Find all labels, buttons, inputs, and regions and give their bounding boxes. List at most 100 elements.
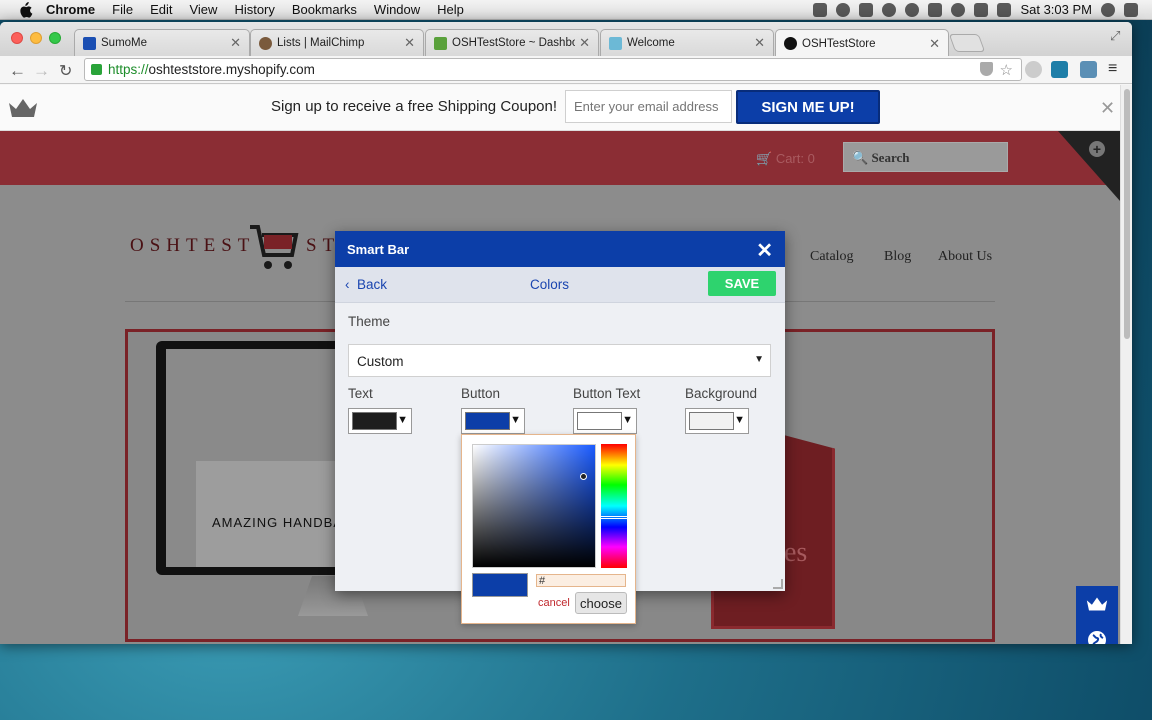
reload-icon[interactable]: ↻ — [59, 61, 72, 81]
globe-icon[interactable] — [1087, 630, 1107, 644]
store-top-bar: 🛒 Cart: 0 🔍 Search + — [0, 131, 1120, 201]
cart-link[interactable]: 🛒 Cart: 0 — [756, 151, 815, 167]
choose-button[interactable]: choose — [575, 592, 627, 614]
scrollbar-thumb[interactable] — [1124, 89, 1130, 339]
mailchimp-favicon-icon — [259, 36, 272, 50]
nav-blog[interactable]: Blog — [884, 249, 911, 265]
tab-oshteststore[interactable]: OSHTestStore ✕ — [775, 29, 949, 57]
sign-up-button[interactable]: SIGN ME UP! — [736, 90, 880, 124]
tab-mailchimp[interactable]: Lists | MailChimp ✕ — [250, 29, 424, 56]
tab-sumome[interactable]: SumoMe ✕ — [74, 29, 250, 56]
back-arrow-icon[interactable]: ← — [9, 61, 26, 81]
back-link[interactable]: ‹ Back — [345, 277, 387, 292]
menu-help[interactable]: Help — [437, 2, 464, 17]
tab-shopify-dashboard[interactable]: OSHTestStore ~ Dashboard ✕ — [425, 29, 599, 56]
sync-icon[interactable] — [836, 2, 851, 17]
tab-strip: SumoMe ✕ Lists | MailChimp ✕ OSHTestStor… — [0, 22, 1132, 57]
text-color-swatch[interactable]: ▼ — [348, 408, 412, 434]
volume-icon[interactable] — [974, 2, 989, 17]
modal-header: Smart Bar ✕ — [335, 231, 785, 267]
dropdown-arrow-icon: ▼ — [510, 414, 521, 426]
zoom-window-button[interactable] — [49, 32, 61, 44]
hue-slider[interactable] — [600, 444, 628, 568]
dropdown-arrow-icon: ▼ — [754, 354, 764, 365]
forward-arrow-icon[interactable]: → — [33, 61, 50, 81]
swatch-color — [465, 412, 510, 430]
time-machine-icon[interactable] — [905, 2, 920, 17]
shopify-favicon-icon — [434, 36, 447, 50]
tab-welcome[interactable]: Welcome ✕ — [600, 29, 774, 56]
current-color-preview — [472, 573, 528, 597]
camera-icon[interactable] — [813, 2, 828, 17]
resize-handle-icon[interactable] — [773, 579, 783, 589]
menu-window[interactable]: Window — [374, 2, 420, 17]
menu-history[interactable]: History — [234, 2, 274, 17]
button-text-color-label: Button Text — [573, 386, 641, 401]
close-tab-icon[interactable]: ✕ — [754, 35, 765, 51]
hero-text: AMAZING HANDBA — [212, 515, 344, 530]
bluetooth-icon[interactable] — [928, 2, 943, 17]
save-button[interactable]: SAVE — [708, 271, 776, 296]
minimize-window-button[interactable] — [30, 32, 42, 44]
nav-about-us[interactable]: About Us — [938, 249, 992, 265]
spotlight-icon[interactable] — [1101, 2, 1115, 17]
swatch-color — [577, 412, 622, 430]
notification-center-icon[interactable] — [1124, 2, 1138, 17]
close-icon[interactable]: ✕ — [1100, 98, 1115, 119]
bookmark-star-icon[interactable]: ☆ — [1000, 61, 1013, 79]
tab-title: Lists | MailChimp — [277, 37, 365, 49]
cancel-link[interactable]: cancel — [538, 597, 570, 609]
tab-title: OSHTestStore — [802, 37, 876, 50]
menu-view[interactable]: View — [189, 2, 217, 17]
tab-title: Welcome — [627, 37, 675, 49]
menu-file[interactable]: File — [112, 2, 133, 17]
background-color-label: Background — [685, 386, 758, 401]
menu-app-name[interactable]: Chrome — [46, 2, 95, 17]
button-color-swatch[interactable]: ▼ — [461, 408, 525, 434]
modal-subheader: ‹ Back Colors SAVE — [335, 267, 785, 303]
b-app-icon[interactable] — [859, 2, 874, 17]
menu-edit[interactable]: Edit — [150, 2, 172, 17]
hue-slider-handle[interactable] — [600, 516, 628, 519]
nav-catalog[interactable]: Catalog — [810, 249, 854, 265]
close-window-button[interactable] — [11, 32, 23, 44]
k-extension-icon[interactable] — [1025, 61, 1042, 78]
corner-ribbon — [1058, 131, 1120, 201]
modal-title: Smart Bar — [347, 241, 410, 257]
close-tab-icon[interactable]: ✕ — [230, 35, 241, 51]
menu-bookmarks[interactable]: Bookmarks — [292, 2, 357, 17]
cart-icon: 🛒 — [756, 151, 773, 166]
battery-icon[interactable] — [997, 2, 1012, 17]
fullscreen-icon[interactable]: ⤢ — [1110, 28, 1120, 44]
store-search[interactable]: 🔍 Search — [843, 142, 1008, 172]
plus-icon[interactable]: + — [1089, 141, 1105, 157]
color-cursor[interactable] — [580, 473, 587, 480]
hex-input[interactable]: # — [536, 574, 626, 587]
wifi-icon[interactable] — [951, 2, 966, 17]
close-tab-icon[interactable]: ✕ — [404, 35, 415, 51]
close-modal-icon[interactable]: ✕ — [756, 238, 773, 263]
screenshot-extension-icon[interactable] — [1080, 61, 1097, 78]
email-input[interactable] — [565, 90, 732, 123]
section-title: Colors — [530, 277, 570, 292]
cart-label: Cart: 0 — [775, 151, 815, 166]
menu-hamburger-icon[interactable]: ≡ — [1108, 60, 1117, 78]
close-tab-icon[interactable]: ✕ — [579, 35, 590, 51]
browser-toolbar: ← → ↻ https:// oshteststore.myshopify.co… — [0, 56, 1132, 84]
theme-select[interactable]: Custom ▼ — [348, 344, 771, 377]
close-tab-icon[interactable]: ✕ — [929, 36, 940, 52]
record-icon[interactable] — [882, 2, 897, 17]
button-text-color-swatch[interactable]: ▼ — [573, 408, 637, 434]
address-bar[interactable]: https:// oshteststore.myshopify.com ☆ — [84, 58, 1022, 81]
saturation-value-area[interactable] — [472, 444, 596, 568]
new-tab-button[interactable] — [948, 34, 986, 52]
scrollbar[interactable] — [1120, 85, 1132, 644]
shield-extension-icon[interactable] — [980, 62, 993, 76]
background-color-swatch[interactable]: ▼ — [685, 408, 749, 434]
apple-icon[interactable] — [16, 1, 34, 18]
theme-value: Custom — [357, 354, 404, 369]
crown-icon[interactable] — [1085, 596, 1109, 612]
clock[interactable]: Sat 3:03 PM — [1020, 2, 1092, 17]
search-label: Search — [871, 150, 910, 165]
s-extension-icon[interactable] — [1051, 61, 1068, 78]
